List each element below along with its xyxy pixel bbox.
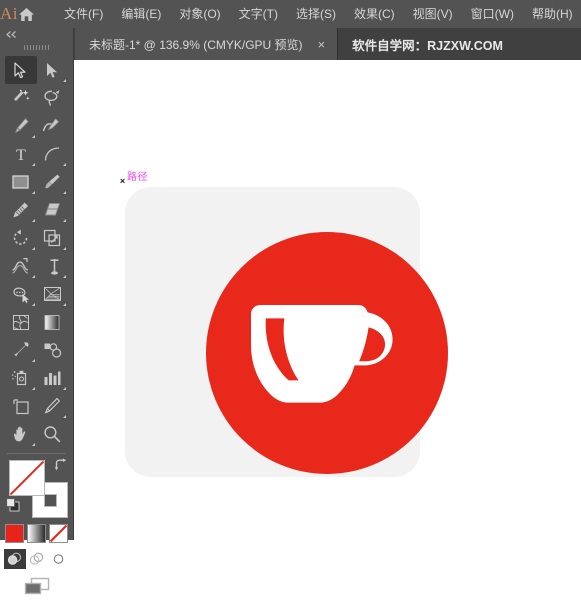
zoom-tool[interactable] [37, 420, 69, 448]
artboard-tool[interactable] [5, 392, 37, 420]
tool-flyout-indicator [63, 191, 66, 194]
direct-selection-tool[interactable] [37, 56, 69, 84]
menu-help[interactable]: 帮助(H) [523, 0, 581, 28]
perspective-grid-tool[interactable] [37, 280, 69, 308]
document-tab-bar: 未标题-1* @ 136.9% (CMYK/GPU 预览) × 软件自学网：RJ… [0, 28, 581, 60]
menu-item-list: 文件(F) 编辑(E) 对象(O) 文字(T) 选择(S) 效果(C) 视图(V… [55, 0, 581, 28]
slice-tool[interactable] [37, 392, 69, 420]
column-graph-tool[interactable] [37, 364, 69, 392]
default-fill-stroke-icon[interactable] [6, 498, 21, 513]
screen-mode-row [0, 576, 73, 601]
fill-type-row [0, 524, 73, 543]
illustrator-window: Ai 文件(F) 编辑(E) 对象(O) 文字(T) 选择(S) 效果(C) 视… [0, 0, 581, 595]
selection-path-label: 路径 [127, 172, 148, 183]
tools-panel: T [0, 28, 74, 595]
home-icon[interactable] [18, 7, 35, 22]
mesh-tool[interactable] [5, 308, 37, 336]
blend-tool[interactable] [37, 336, 69, 364]
tool-flyout-indicator [63, 79, 66, 82]
selection-anchor-marker: × [119, 176, 126, 186]
selection-tool[interactable] [5, 56, 37, 84]
width-tool[interactable] [5, 252, 37, 280]
rotate-tool[interactable] [5, 224, 37, 252]
hand-tool[interactable] [5, 420, 37, 448]
menu-select[interactable]: 选择(S) [287, 0, 345, 28]
document-tab-title: 未标题-1* @ 136.9% (CMYK/GPU 预览) [89, 37, 303, 52]
document-canvas[interactable]: 路径 × [74, 60, 581, 540]
svg-text:T: T [16, 147, 26, 163]
pen-tool[interactable] [5, 112, 37, 140]
symbol-sprayer-tool[interactable] [5, 364, 37, 392]
gradient-tool[interactable] [37, 308, 69, 336]
menu-bar: Ai 文件(F) 编辑(E) 对象(O) 文字(T) 选择(S) 效果(C) 视… [0, 0, 581, 28]
lasso-tool[interactable] [37, 84, 69, 112]
tool-flyout-indicator [31, 387, 35, 390]
shape-builder-tool[interactable] [5, 280, 37, 308]
menu-edit[interactable]: 编辑(E) [112, 0, 170, 28]
draw-mode-row [0, 549, 73, 569]
fill-type-gradient[interactable] [27, 524, 46, 543]
swap-fill-stroke-icon[interactable] [54, 458, 69, 473]
toolbar-divider [7, 453, 66, 454]
tool-flyout-indicator [31, 191, 35, 194]
fill-type-none[interactable] [49, 524, 68, 543]
tool-flyout-indicator [31, 443, 35, 446]
tool-flyout-indicator [31, 359, 35, 362]
type-tool[interactable]: T [5, 140, 37, 168]
document-tab[interactable]: 未标题-1* @ 136.9% (CMYK/GPU 预览) × [75, 28, 339, 60]
tool-flyout-indicator [63, 303, 66, 306]
tool-flyout-indicator [31, 247, 35, 250]
menu-file[interactable]: 文件(F) [55, 0, 112, 28]
tool-flyout-indicator [31, 275, 35, 278]
magic-wand-tool[interactable] [5, 84, 37, 112]
tool-flyout-indicator [63, 219, 66, 222]
draw-normal-mode[interactable] [3, 549, 26, 569]
screen-mode-button[interactable] [23, 576, 51, 601]
tool-flyout-indicator [63, 247, 66, 250]
menu-view[interactable]: 视图(V) [404, 0, 462, 28]
eraser-tool[interactable] [37, 196, 69, 224]
tool-flyout-indicator [63, 387, 66, 390]
tool-flyout-indicator [31, 163, 35, 166]
menu-type[interactable]: 文字(T) [230, 0, 287, 28]
tool-flyout-indicator [63, 415, 66, 418]
scale-tool[interactable] [37, 224, 69, 252]
fill-stroke-controls [0, 458, 73, 520]
collapse-panel-icon[interactable] [0, 28, 73, 41]
paintbrush-tool[interactable] [37, 168, 69, 196]
stroke-swatch-hole [44, 494, 57, 507]
none-indicator-icon [10, 461, 44, 495]
menu-window[interactable]: 窗口(W) [462, 0, 523, 28]
tool-flyout-indicator [63, 163, 66, 166]
coffee-cup-icon[interactable] [242, 304, 414, 409]
free-transform-tool[interactable] [37, 252, 69, 280]
artboard[interactable] [125, 187, 448, 477]
tool-flyout-indicator [31, 135, 35, 138]
curvature-tool[interactable] [37, 112, 69, 140]
rectangle-tool[interactable] [5, 168, 37, 196]
shaper-pencil-tool[interactable] [5, 196, 37, 224]
menu-effect[interactable]: 效果(C) [345, 0, 404, 28]
fill-swatch[interactable] [9, 460, 45, 496]
tool-flyout-indicator [31, 303, 35, 306]
fill-type-color[interactable] [5, 524, 24, 543]
app-logo: Ai [0, 4, 18, 23]
panel-drag-handle[interactable] [0, 41, 73, 54]
tool-grid: T [0, 54, 73, 448]
close-icon[interactable]: × [316, 38, 328, 51]
draw-inside-mode[interactable] [48, 549, 70, 569]
tool-flyout-indicator [31, 219, 35, 222]
watermark-text: 软件自学网：RJZXW.COM [352, 38, 503, 53]
menu-object[interactable]: 对象(O) [170, 0, 229, 28]
line-segment-tool[interactable] [37, 140, 69, 168]
draw-behind-mode[interactable] [26, 549, 48, 569]
tool-flyout-indicator [63, 275, 66, 278]
tab-strip: 未标题-1* @ 136.9% (CMYK/GPU 预览) × 软件自学网：RJ… [75, 28, 513, 60]
eyedropper-tool[interactable] [5, 336, 37, 364]
